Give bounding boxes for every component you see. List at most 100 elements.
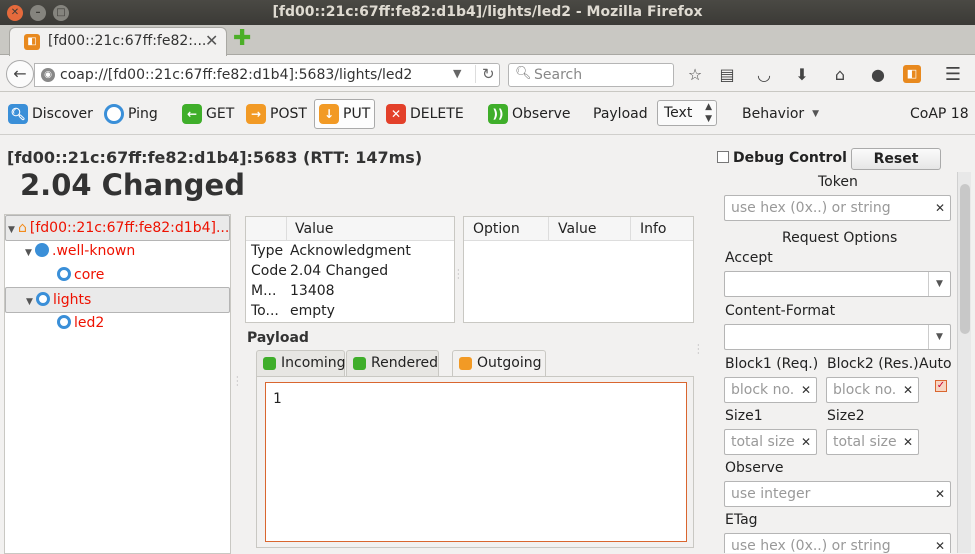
pocket-icon[interactable]: ◡ [754, 65, 774, 85]
clear-icon[interactable]: ✕ [935, 534, 945, 553]
globe-icon: ◉ [41, 68, 55, 82]
outgoing-icon [459, 357, 472, 370]
scrollbar-thumb[interactable] [960, 184, 970, 334]
payload-label: Payload [593, 106, 648, 122]
size2-label: Size2 [827, 408, 865, 424]
size2-input[interactable]: total size ✕ [826, 429, 919, 455]
request-options-heading: Request Options [782, 230, 898, 246]
payload-heading: Payload [247, 330, 309, 346]
new-tab-icon[interactable]: ✚ [233, 28, 251, 50]
tab-close-icon[interactable]: ✕ [205, 31, 218, 50]
get-arrow-icon: ← [182, 104, 202, 124]
window-close-button[interactable]: ✕ [7, 5, 23, 21]
back-arrow-icon[interactable]: ← [6, 60, 34, 88]
info-column-header: Info [630, 217, 667, 241]
window-titlebar: ✕ – □ [fd00::21c:67ff:fe82:d1b4]/lights/… [0, 0, 975, 25]
put-button[interactable]: ↓ PUT [314, 99, 376, 129]
size2-placeholder: total size [833, 434, 897, 450]
payload-type-select[interactable]: Text ▲ ▼ [657, 100, 717, 126]
clear-icon[interactable]: ✕ [935, 196, 945, 220]
tree-item-root[interactable]: ▼ ⌂ [fd00::21c:67ff:fe82:d1b4]... [5, 215, 230, 241]
size1-input[interactable]: total size ✕ [724, 429, 817, 455]
row-key: Code [251, 263, 287, 279]
url-bar[interactable]: ◉ coap://[fd00::21c:67ff:fe82:d1b4]:5683… [34, 63, 500, 87]
get-button[interactable]: ← GET [182, 99, 234, 129]
clear-icon[interactable]: ✕ [903, 378, 913, 402]
clear-icon[interactable]: ✕ [935, 482, 945, 506]
url-history-dropdown-icon[interactable]: ▼ [453, 67, 461, 80]
block1-placeholder: block no. [731, 382, 795, 398]
auto-label: Auto [919, 356, 952, 372]
auto-checkbox[interactable]: ✓ [935, 380, 947, 392]
etag-input[interactable]: use hex (0x..) or string ✕ [724, 533, 951, 553]
clear-icon[interactable]: ✕ [801, 430, 811, 454]
accept-label: Accept [725, 250, 773, 266]
delete-button[interactable]: ✕ DELETE [386, 99, 464, 129]
window-minimize-button[interactable]: – [30, 5, 46, 21]
globe-icon [35, 243, 49, 257]
size1-placeholder: total size [731, 434, 795, 450]
url-text[interactable]: coap://[fd00::21c:67ff:fe82:d1b4]:5683/l… [60, 67, 412, 83]
block2-input[interactable]: block no. ✕ [826, 377, 919, 403]
splitter-grip[interactable]: · · · [236, 374, 238, 390]
observe-label: Observe [725, 460, 784, 476]
tab-rendered[interactable]: Rendered [346, 350, 439, 376]
message-header-table: Value Type Acknowledgment Code 2.04 Change… [245, 216, 455, 323]
row-value: empty [290, 303, 335, 319]
window-maximize-button[interactable]: □ [53, 5, 69, 21]
reading-list-icon[interactable]: ▤ [717, 65, 737, 85]
tab-incoming-label: Incoming [281, 355, 346, 371]
tree-item-core[interactable]: core [5, 263, 230, 287]
etag-label: ETag [725, 512, 758, 528]
window-title: [fd00::21c:67ff:fe82:d1b4]/lights/led2 -… [272, 4, 703, 20]
home-icon[interactable]: ⌂ [830, 65, 850, 85]
post-label: POST [270, 106, 307, 122]
discover-button[interactable]: 🔍︎ Discover [8, 99, 93, 129]
content-format-select[interactable]: ▼ [724, 324, 951, 350]
debug-options: Token use hex (0x..) or string ✕ Request … [715, 172, 959, 553]
search-input[interactable]: 🔍︎ Search [508, 63, 674, 87]
downloads-icon[interactable]: ⬇ [792, 65, 812, 85]
expand-arrow-icon[interactable]: ▼ [25, 241, 35, 265]
post-button[interactable]: → POST [246, 99, 307, 129]
token-placeholder: use hex (0x..) or string [731, 200, 891, 216]
reset-button[interactable]: Reset [851, 148, 941, 170]
tree-item-well-known[interactable]: ▼ .well-known [5, 239, 230, 263]
block1-input[interactable]: block no. ✕ [724, 377, 817, 403]
tree-item-lights[interactable]: ▼ lights [5, 287, 230, 313]
clear-icon[interactable]: ✕ [801, 378, 811, 402]
observe-button[interactable]: )) Observe [488, 99, 570, 129]
token-input[interactable]: use hex (0x..) or string ✕ [724, 195, 951, 221]
clear-icon[interactable]: ✕ [903, 430, 913, 454]
outgoing-payload-editor[interactable]: 1 [265, 382, 687, 542]
chat-icon[interactable]: ● [868, 65, 888, 85]
tree-lights-label: lights [53, 292, 92, 308]
splitter-grip[interactable]: · · · [457, 267, 459, 283]
tab-outgoing[interactable]: Outgoing [452, 350, 546, 377]
copper-addon-icon[interactable]: ◧ [903, 65, 921, 83]
debug-control-toggle[interactable]: Debug Control [717, 150, 847, 166]
payload-panel: 1 [256, 376, 694, 548]
table-row: Code 2.04 Changed [246, 261, 454, 281]
accept-select[interactable]: ▼ [724, 271, 951, 297]
discover-label: Discover [32, 106, 93, 122]
post-arrow-icon: → [246, 104, 266, 124]
browser-tab[interactable]: ◧ [fd00::21c:67ff:fe82:... ✕ [9, 27, 227, 56]
copper-favicon-icon: ◧ [24, 34, 40, 50]
bookmark-star-icon[interactable]: ☆ [685, 65, 705, 85]
debug-scrollbar[interactable] [957, 172, 971, 553]
row-value: 13408 [290, 283, 335, 299]
menu-icon[interactable]: ☰ [943, 65, 963, 85]
tab-incoming[interactable]: Incoming [256, 350, 346, 376]
tree-item-led2[interactable]: led2 [5, 311, 230, 335]
behavior-menu[interactable]: Behavior ▼ [742, 99, 819, 129]
observe-input[interactable]: use integer ✕ [724, 481, 951, 507]
debug-control-panel: Debug Control Reset Token use hex (0x..)… [715, 136, 975, 553]
ping-button[interactable]: Ping [104, 99, 158, 129]
splitter-grip[interactable]: · · · [697, 342, 699, 358]
debug-checkbox[interactable] [717, 151, 729, 163]
tree-core-label: core [74, 267, 105, 283]
navigation-bar: ← ◉ coap://[fd00::21c:67ff:fe82:d1b4]:56… [0, 56, 975, 92]
reload-icon[interactable]: ↻ [475, 65, 495, 83]
size1-label: Size1 [725, 408, 763, 424]
